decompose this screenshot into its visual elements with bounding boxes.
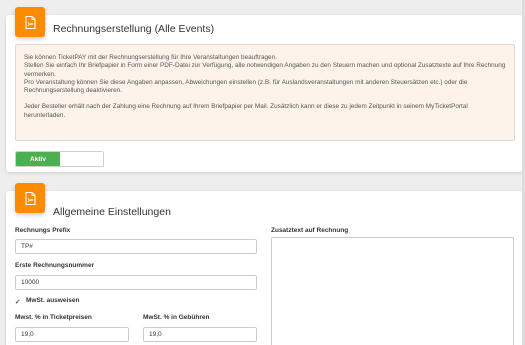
info-line: Pro Veranstaltung können Sie diese Angab…: [24, 78, 468, 95]
first-number-label: Erste Rechnungsnummer: [15, 262, 95, 269]
info-line: Stellen Sie einfach Ihr Briefpapier in F…: [24, 62, 506, 78]
mwst-fee-input[interactable]: 19,0: [143, 327, 257, 342]
extra-text-label: Zusatztext auf Rechnung: [271, 227, 349, 234]
section-title: Rechnungserstellung (Alle Events): [53, 23, 215, 35]
extra-text-textarea[interactable]: [271, 237, 514, 345]
document-icon: [15, 7, 45, 37]
active-toggle[interactable]: Aktiv: [15, 151, 104, 167]
info-line: Jeder Besteller erhält nach der Zahlung …: [24, 103, 468, 119]
mwst-checkbox-label: MwSt. ausweisen: [26, 297, 80, 304]
info-box: Sie können TicketPAY mit der Rechnungser…: [15, 44, 515, 141]
first-number-input[interactable]: 10000: [15, 275, 257, 290]
document-icon: [15, 183, 45, 213]
toggle-label: Aktiv: [16, 152, 60, 166]
mwst-fee-label: MwSt. % in Gebühren: [143, 314, 210, 321]
prefix-input[interactable]: TP#: [15, 239, 257, 254]
invoice-creation-card: Rechnungserstellung (Alle Events) Sie kö…: [6, 7, 523, 172]
mwst-ticket-input[interactable]: 19,0: [15, 327, 129, 342]
mwst-ticket-label: Mwst. % in Ticketpreisen: [15, 314, 92, 321]
info-line: Sie können TicketPAY mit der Rechnungser…: [24, 54, 277, 61]
mwst-checkbox[interactable]: ✔: [15, 299, 22, 306]
section-title: Allgemeine Einstellungen: [53, 206, 171, 218]
general-settings-card: Allgemeine Einstellungen Rechnungs Prefi…: [6, 183, 523, 345]
prefix-label: Rechnungs Prefix: [15, 227, 71, 234]
